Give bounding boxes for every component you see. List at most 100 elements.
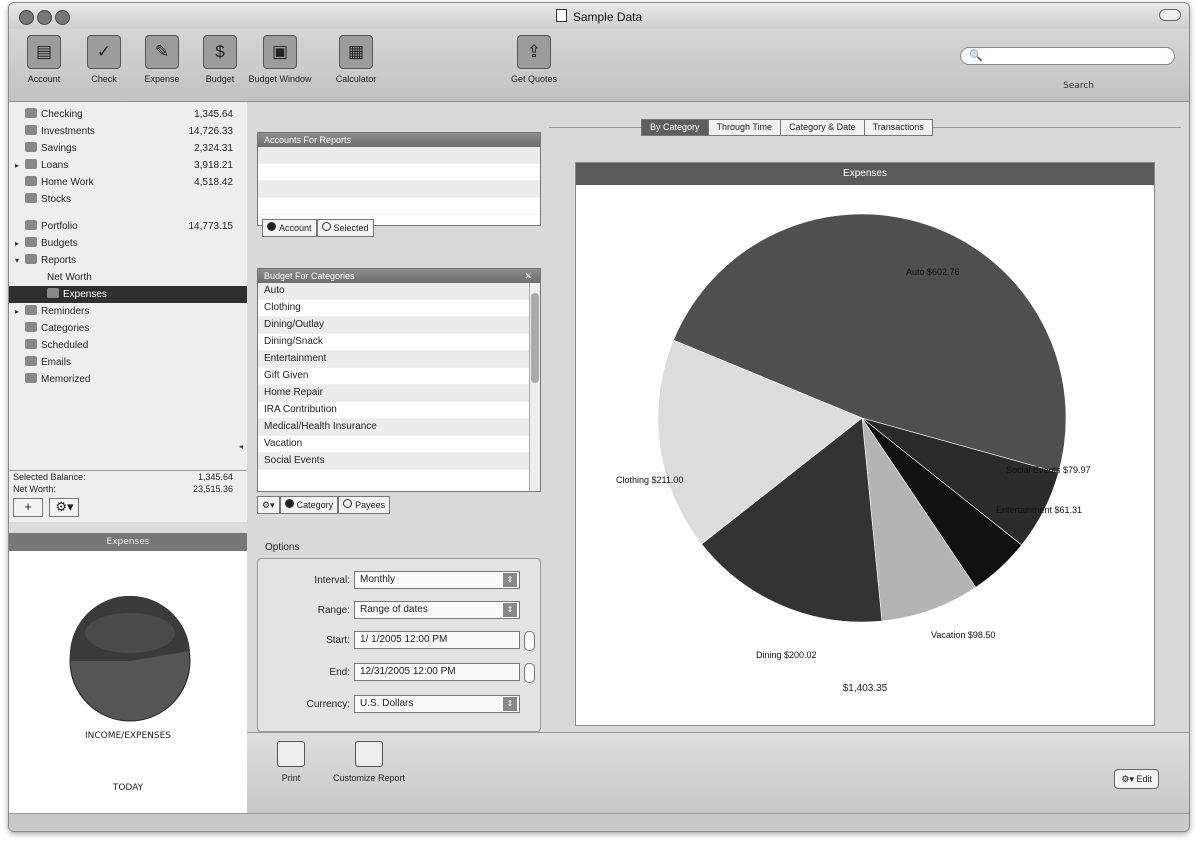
accounts-radio-group: Account Selected	[262, 219, 374, 237]
disclosure-triangle-icon[interactable]: ▸	[15, 303, 25, 320]
sidebar-item-label: Stocks	[41, 194, 72, 205]
categories-scrollbar[interactable]	[529, 283, 540, 491]
sidebar-item-loans[interactable]: ▸ Loans 3,918.21	[9, 157, 247, 174]
customize-report-button[interactable]: Customize Report	[333, 741, 405, 783]
account-row[interactable]	[258, 164, 540, 181]
interval-select[interactable]: Monthly ⇕	[354, 571, 520, 589]
sidebar-item-label: Home Work	[41, 177, 94, 188]
radio-payees[interactable]: Payees	[338, 496, 391, 514]
footer-label: Net Worth:	[13, 484, 56, 494]
range-row: Range: Range of dates ⇕	[258, 601, 540, 621]
splitter-handle-icon[interactable]: ◂	[239, 442, 243, 456]
tab-transactions[interactable]: Transactions	[863, 119, 933, 136]
category-row[interactable]: Gift Given	[258, 368, 540, 385]
end-date-field[interactable]: 12/31/2005 12:00 PM	[354, 663, 520, 681]
check-icon	[25, 108, 37, 118]
categories-list[interactable]: Auto Clothing Dining/Outlay Dining/Snack Ent…	[258, 283, 540, 470]
category-row[interactable]: Dining/Snack	[258, 334, 540, 351]
toolbar-budget-window-button[interactable]: ▣ Budget Window	[245, 35, 315, 84]
radio-category[interactable]: Category	[279, 496, 339, 514]
sidebar-item-categories[interactable]: Categories	[9, 320, 247, 337]
sidebar-item-home-work[interactable]: Home Work 4,518.42	[9, 174, 247, 191]
sidebar-item-scheduled[interactable]: Scheduled	[9, 337, 247, 354]
account-row[interactable]	[258, 181, 540, 198]
app-window: Sample Data 🔍 Search ▤ Account ✓ Check ✎ Expe…	[8, 2, 1190, 832]
status-bar	[9, 813, 1189, 831]
sidebar-item-savings[interactable]: Savings 2,324.31	[9, 140, 247, 157]
edit-button[interactable]: ⚙▾ Edit	[1114, 769, 1159, 789]
toolbar-toggle-button[interactable]	[1159, 9, 1181, 21]
document-icon	[555, 9, 567, 22]
category-row[interactable]: Social Events	[258, 453, 540, 470]
account-row[interactable]	[258, 147, 540, 164]
sidebar-item-expenses[interactable]: Expenses	[9, 286, 247, 303]
sidebar-footer: Selected Balance: 1,345.64 Net Worth: 23,51…	[9, 470, 247, 497]
category-row[interactable]: Entertainment	[258, 351, 540, 368]
sidebar-item-reports[interactable]: ▾ Reports	[9, 252, 247, 269]
footer-label: Selected Balance:	[13, 472, 86, 482]
sidebar-item-reminders[interactable]: ▸ Reminders	[9, 303, 247, 320]
print-button[interactable]: Print	[277, 741, 305, 783]
popup-arrow-icon: ⇕	[503, 697, 517, 711]
sidebar-item-label: Scheduled	[41, 340, 89, 351]
action-menu-button[interactable]: ⚙▾	[49, 498, 80, 517]
budget-icon	[25, 237, 37, 247]
radio-account[interactable]: Account	[262, 219, 317, 237]
accounts-list[interactable]	[258, 147, 540, 215]
start-date-field[interactable]: 1/ 1/2005 12:00 PM	[354, 631, 520, 649]
category-row[interactable]: Clothing	[258, 300, 540, 317]
category-row[interactable]: Medical/Health Insurance	[258, 419, 540, 436]
sidebar-item-emails[interactable]: Emails	[9, 354, 247, 371]
radio-selected[interactable]: Selected	[316, 219, 374, 237]
preview-pie-highlight	[85, 613, 175, 653]
preview-pane: Expenses INCOME/EXPENSES TODAY	[9, 533, 248, 831]
category-row[interactable]: Dining/Outlay	[258, 317, 540, 334]
disclosure-triangle-icon[interactable]: ▸	[15, 235, 25, 252]
category-row[interactable]: IRA Contribution	[258, 402, 540, 419]
gear-icon[interactable]: ⚙▾	[257, 496, 280, 514]
disclosure-triangle-icon[interactable]: ▾	[15, 252, 25, 269]
search-input[interactable]: 🔍	[960, 47, 1175, 65]
tab-category-date[interactable]: Category & Date	[780, 119, 865, 136]
sidebar-item-budgets[interactable]: ▸ Budgets	[9, 235, 247, 252]
sidebar-item-investments[interactable]: Investments 14,726.33	[9, 123, 247, 140]
sidebar-item-label: Reports	[41, 255, 77, 266]
expenses-icon	[47, 288, 59, 298]
add-button[interactable]: +	[13, 498, 43, 517]
scroll-thumb[interactable]	[531, 293, 539, 383]
pie-slice-label: Dining $200.02	[756, 650, 817, 660]
sidebar-item-label: Budgets	[41, 238, 78, 249]
sidebar-item-checking[interactable]: Checking 1,345.64	[9, 106, 247, 123]
chart-total: $1,403.35	[842, 683, 888, 694]
quotes-icon: ⇪	[517, 35, 551, 69]
categories-radio-group: ⚙▾ Category Payees	[257, 496, 391, 514]
footer-value: 1,345.64	[197, 472, 233, 482]
currency-select[interactable]: U.S. Dollars ⇕	[354, 695, 520, 713]
currency-row: Currency: U.S. Dollars ⇕	[258, 695, 540, 715]
sidebar-item-portfolio[interactable]: Portfolio 14,773.15	[9, 218, 247, 235]
portfolio-icon	[25, 220, 37, 230]
calculator-icon: ▦	[339, 35, 373, 69]
folder-icon	[25, 176, 37, 186]
start-date-stepper[interactable]	[524, 631, 535, 651]
account-row[interactable]	[258, 198, 540, 215]
radio-dot-icon	[267, 222, 276, 231]
toolbar-get-quotes-button[interactable]: ⇪ Get Quotes	[499, 35, 569, 84]
options-title: Options	[265, 542, 300, 553]
range-select[interactable]: Range of dates ⇕	[354, 601, 520, 619]
sidebar-item-stocks[interactable]: Stocks	[9, 191, 247, 208]
customize-label: Customize Report	[333, 773, 406, 783]
category-row[interactable]: Home Repair	[258, 385, 540, 402]
print-label: Print	[281, 773, 301, 783]
sidebar-item-memorized[interactable]: Memorized	[9, 371, 247, 388]
sidebar-item-net-worth[interactable]: Net Worth	[9, 269, 247, 286]
category-row[interactable]: Vacation	[258, 436, 540, 453]
toolbar-calculator-button[interactable]: ▦ Calculator	[321, 35, 391, 84]
tab-by-category[interactable]: By Category	[641, 119, 709, 136]
panel-close-icon[interactable]: ✕	[524, 269, 532, 283]
end-date-stepper[interactable]	[524, 663, 535, 683]
category-row[interactable]: Auto	[258, 283, 540, 300]
disclosure-triangle-icon[interactable]: ▸	[15, 157, 25, 174]
interval-label: Interval:	[314, 575, 350, 586]
tab-through-time[interactable]: Through Time	[707, 119, 782, 136]
